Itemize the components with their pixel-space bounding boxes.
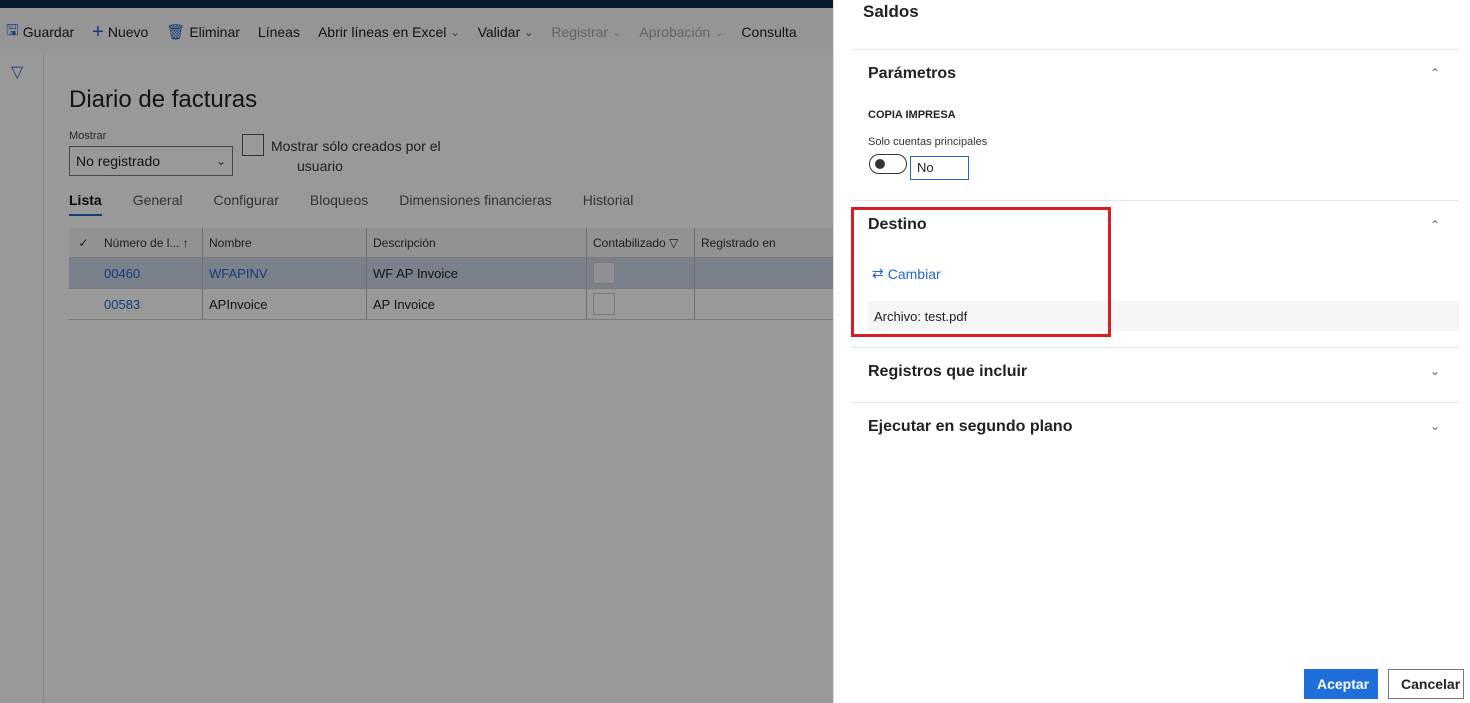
panel-title: Saldos	[863, 2, 919, 21]
highlight-box	[851, 207, 1111, 337]
cancel-button[interactable]: Cancelar	[1388, 669, 1464, 699]
section-registros-header[interactable]: Registros que incluir	[868, 363, 1027, 381]
chevron-up-icon[interactable]: ⌃	[1430, 218, 1440, 232]
section-parametros-header[interactable]: Parámetros	[868, 65, 956, 83]
balances-panel: Saldos Parámetros ⌃ COPIA IMPRESA Solo c…	[833, 0, 1470, 703]
solo-cuentas-label: Solo cuentas principales	[868, 136, 988, 148]
chevron-down-icon[interactable]: ⌄	[1430, 364, 1440, 378]
copia-impresa-heading: COPIA IMPRESA	[868, 109, 956, 121]
chevron-down-icon[interactable]: ⌄	[1430, 419, 1440, 433]
solo-cuentas-toggle[interactable]	[869, 154, 907, 174]
accept-button[interactable]: Aceptar	[1304, 669, 1378, 699]
chevron-up-icon[interactable]: ⌃	[1430, 66, 1440, 80]
modal-overlay[interactable]	[0, 0, 833, 703]
section-ejecutar-header[interactable]: Ejecutar en segundo plano	[868, 418, 1072, 436]
divider	[852, 347, 1459, 348]
divider	[852, 200, 1459, 201]
toggle-value: No	[910, 156, 969, 180]
divider	[852, 402, 1459, 403]
divider	[852, 49, 1459, 50]
